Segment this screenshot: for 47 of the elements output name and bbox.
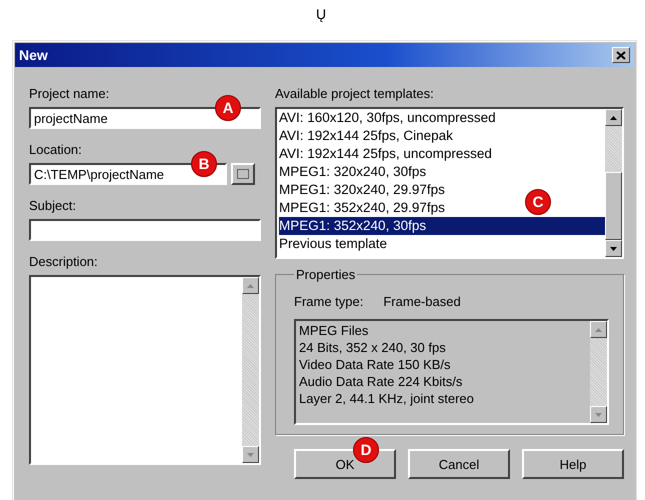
callout-marker: A bbox=[215, 95, 241, 121]
close-button[interactable] bbox=[612, 47, 630, 63]
browse-button[interactable] bbox=[231, 163, 255, 185]
field-label: Subject: bbox=[29, 198, 77, 214]
field-label: Project name: bbox=[29, 86, 110, 102]
list-item[interactable]: AVI: 192x144 25fps, Cinepak bbox=[279, 127, 453, 145]
group-title: Properties bbox=[295, 267, 356, 282]
dotted-rect-icon bbox=[237, 169, 249, 179]
field-label: Description: bbox=[29, 254, 99, 270]
field-value: projectName bbox=[34, 111, 108, 126]
dialog-button[interactable]: Cancel bbox=[408, 449, 510, 479]
dialog-button[interactable]: Help bbox=[522, 449, 624, 479]
list-item[interactable]: AVI: 160x120, 30fps, uncompressed bbox=[279, 109, 496, 127]
list-item[interactable]: Previous template bbox=[279, 235, 388, 253]
template-list[interactable] bbox=[275, 107, 624, 259]
info-line: Audio Data Rate 224 Kbits/s bbox=[299, 373, 464, 390]
info-line: Layer 2, 44.1 KHz, joint stereo bbox=[299, 390, 475, 407]
info-line: 24 Bits, 352 x 240, 30 fps bbox=[299, 339, 447, 356]
cursor-glyph: Ų bbox=[316, 6, 326, 22]
description-field[interactable] bbox=[29, 275, 261, 465]
up-arrow-icon bbox=[595, 328, 602, 332]
scrollbar[interactable] bbox=[590, 321, 607, 423]
scrollbar[interactable] bbox=[605, 109, 622, 257]
list-item[interactable]: MPEG1: 352x240, 30fps bbox=[279, 217, 605, 235]
callout-marker: C bbox=[525, 189, 551, 215]
info-line: Video Data Rate 150 KB/s bbox=[299, 356, 452, 373]
list-item[interactable]: MPEG1: 352x240, 29.97fps bbox=[279, 199, 445, 217]
callout-marker: D bbox=[353, 437, 379, 463]
up-arrow-icon bbox=[247, 284, 254, 288]
scrollbar[interactable] bbox=[242, 277, 259, 463]
input-field[interactable] bbox=[29, 219, 261, 241]
list-item[interactable]: MPEG1: 320x240, 29.97fps bbox=[279, 181, 445, 199]
list-label: Available project templates: bbox=[275, 86, 435, 102]
close-icon bbox=[616, 50, 626, 60]
up-arrow-icon bbox=[610, 116, 617, 120]
down-arrow-icon bbox=[595, 412, 602, 416]
frame-type-value: Frame-based bbox=[383, 294, 461, 309]
callout-marker: B bbox=[191, 151, 217, 177]
field-value: C:\TEMP\projectName bbox=[34, 167, 164, 182]
field-label: Location: bbox=[29, 142, 83, 158]
list-item[interactable]: MPEG1: 320x240, 30fps bbox=[279, 163, 426, 181]
down-arrow-icon bbox=[610, 246, 617, 250]
list-item[interactable]: AVI: 192x144 25fps, uncompressed bbox=[279, 145, 492, 163]
window-title: New bbox=[19, 47, 48, 63]
frame-type-label: Frame type: bbox=[294, 294, 364, 309]
down-arrow-icon bbox=[247, 452, 254, 456]
info-line: MPEG Files bbox=[299, 322, 370, 339]
